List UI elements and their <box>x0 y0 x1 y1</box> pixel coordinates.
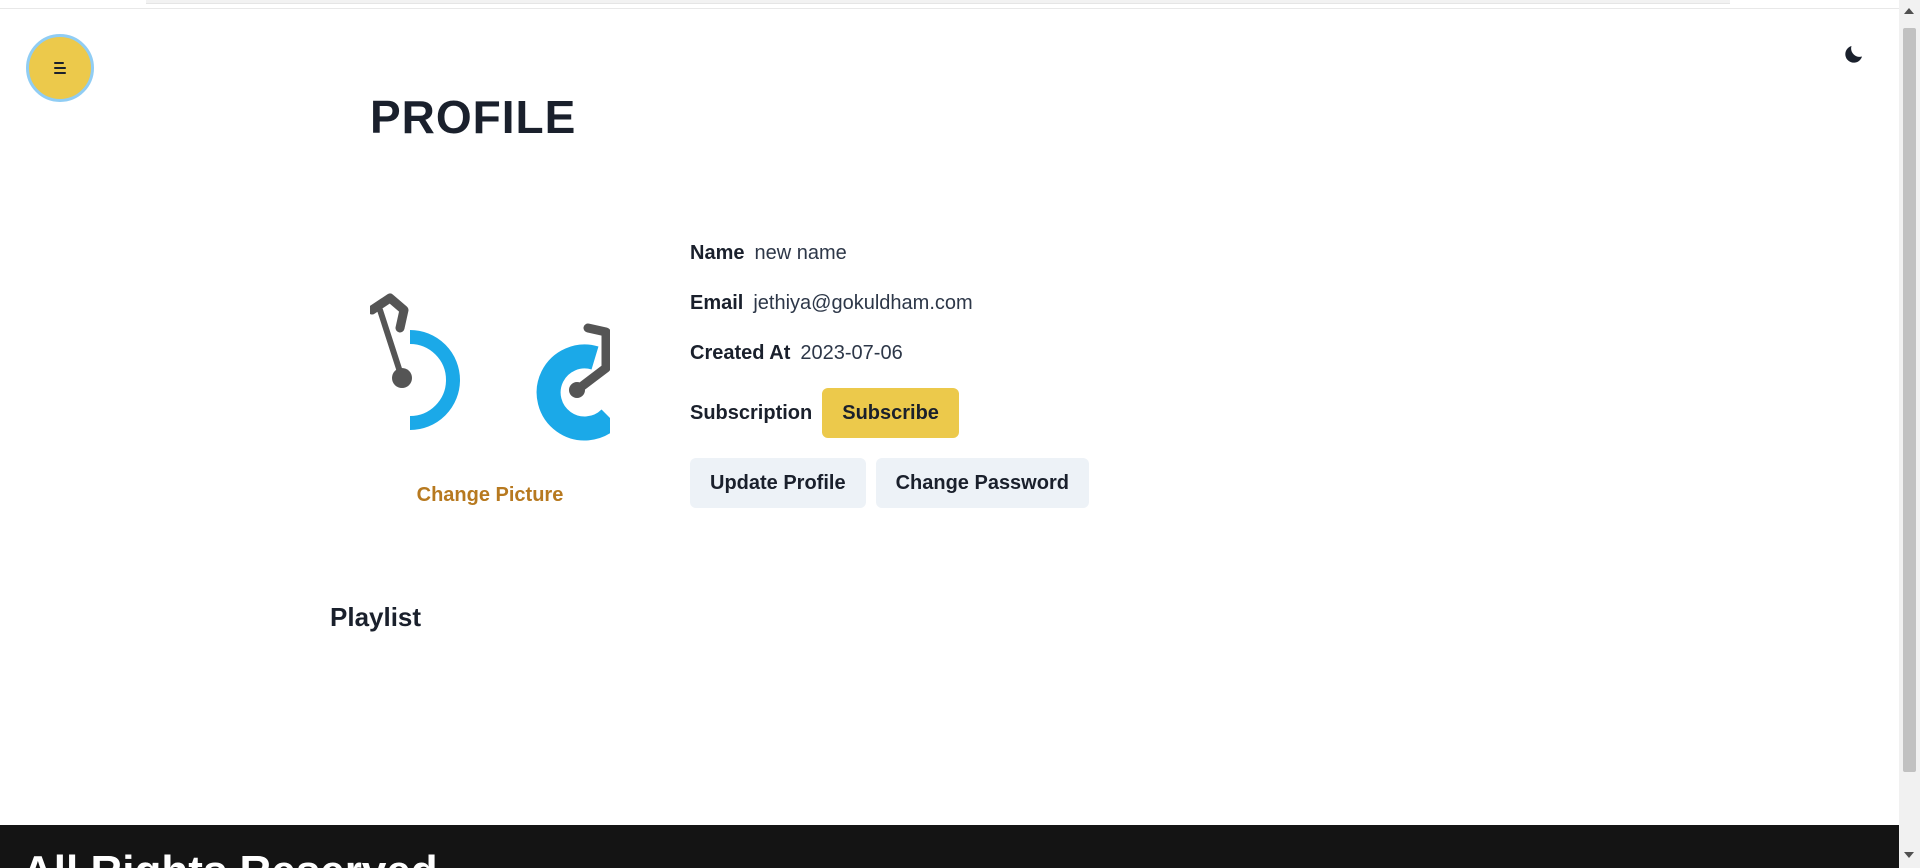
footer: All Rights Reserved <box>0 825 1899 868</box>
subscription-row: Subscription Subscribe <box>690 388 1089 438</box>
created-row: Created At 2023-07-06 <box>690 338 1089 368</box>
footer-text: All Rights Reserved <box>22 847 438 868</box>
change-picture-button[interactable]: Change Picture <box>370 484 610 507</box>
hamburger-icon <box>54 62 66 74</box>
created-label: Created At <box>690 341 791 364</box>
playlist-heading: Playlist <box>330 602 422 632</box>
update-profile-button[interactable]: Update Profile <box>690 458 866 508</box>
theme-toggle-button[interactable] <box>1838 38 1870 70</box>
scroll-up-arrow-icon[interactable] <box>1904 8 1914 14</box>
moon-icon <box>1845 46 1862 63</box>
name-row: Name new name <box>690 238 1089 268</box>
scroll-down-arrow-icon[interactable] <box>1904 852 1914 858</box>
subscription-label: Subscription <box>690 401 813 424</box>
menu-button[interactable] <box>26 34 94 102</box>
email-value: jethiya@gokuldham.com <box>753 291 973 314</box>
scrollbar-thumb[interactable] <box>1903 28 1916 772</box>
avatar <box>370 270 610 450</box>
created-value: 2023-07-06 <box>800 341 903 364</box>
page-title: PROFILE <box>370 91 577 143</box>
profile-actions: Update Profile Change Password <box>690 458 1089 508</box>
subscribe-button[interactable]: Subscribe <box>822 388 959 438</box>
profile-info: Name new name Email jethiya@gokuldham.co… <box>690 238 1089 508</box>
name-label: Name <box>690 241 745 264</box>
email-label: Email <box>690 291 744 314</box>
page: PROFILE Change Picture Name new name Ema… <box>0 0 1920 868</box>
name-value: new name <box>754 241 847 264</box>
scrollbar[interactable] <box>1899 0 1920 868</box>
avatar-image <box>370 293 610 441</box>
email-row: Email jethiya@gokuldham.com <box>690 288 1089 318</box>
change-password-button[interactable]: Change Password <box>875 458 1089 508</box>
top-bar <box>146 0 1730 4</box>
top-divider <box>0 8 1899 9</box>
